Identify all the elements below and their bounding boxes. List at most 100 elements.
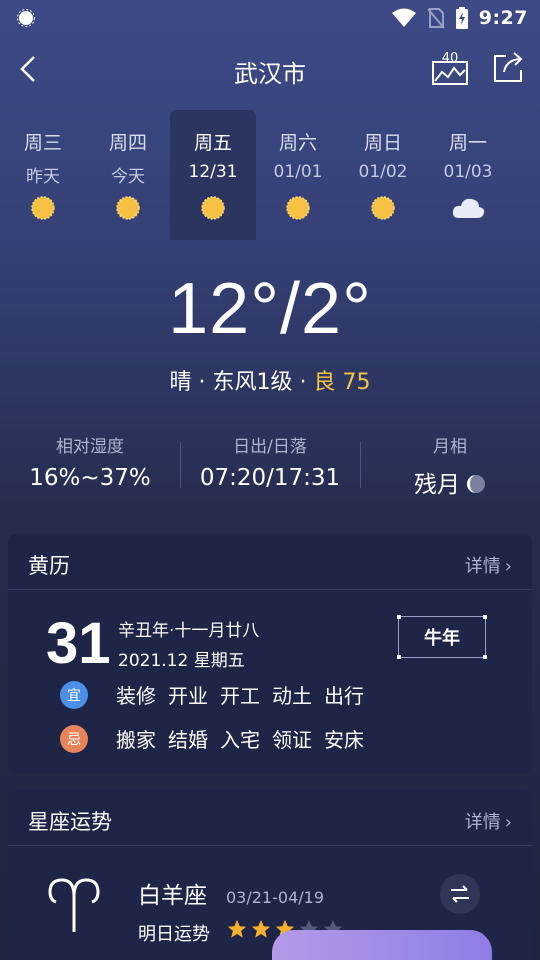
day-name: 周三 <box>23 132 62 154</box>
forecast-days-strip[interactable]: 周三昨天周四今天周五12/31周六01/01周日01/02周一01/03周0 <box>0 110 540 240</box>
day-tab[interactable]: 周四 今天 <box>85 110 171 240</box>
cloud-icon <box>451 194 485 222</box>
avoid-badge: 忌 <box>60 724 88 753</box>
suitable-item: 出行 <box>324 684 364 708</box>
humidity-value: 16%~37% <box>29 465 151 491</box>
day-tab[interactable]: 周一 01/03 <box>425 110 511 240</box>
day-date: 12/31 <box>188 162 238 182</box>
switch-sign-button[interactable] <box>440 874 480 914</box>
humidity-stat: 相对湿度 16%~37% <box>22 432 158 491</box>
weather-condition: 晴 <box>169 370 192 395</box>
day-date: 01/03 <box>443 162 493 182</box>
divider <box>180 442 181 488</box>
day-date: 今天 <box>111 167 145 187</box>
suitable-row: 宜 装修 开业 开工 动土 出行 <box>60 680 376 709</box>
notification-dot-icon <box>17 9 35 27</box>
details-label: 详情 <box>464 556 501 577</box>
day-name: 周六 <box>278 132 317 154</box>
aries-icon <box>48 878 100 932</box>
sun-icon <box>29 194 57 222</box>
moon-phase-label: 月相 <box>433 437 467 457</box>
star-filled-icon <box>250 918 272 944</box>
avoid-item: 搬家 <box>116 728 156 752</box>
gregorian-date: 2021.12 星期五 <box>118 651 245 671</box>
suitable-items: 装修 开业 开工 动土 出行 <box>116 680 376 709</box>
sunrise-sunset-label: 日出/日落 <box>233 437 307 457</box>
aqi-trend-button[interactable]: 40 <box>432 50 468 86</box>
chevron-right-icon: › <box>504 556 512 577</box>
air-quality-badge[interactable]: 良 75 <box>314 370 371 395</box>
no-sim-icon <box>426 8 445 29</box>
avoid-item: 领证 <box>272 728 312 752</box>
day-date: 01/01 <box>273 162 323 182</box>
day-tab[interactable]: 周三 昨天 <box>0 110 86 240</box>
day-name: 周五 <box>193 132 232 154</box>
swap-arrows-icon <box>451 885 469 903</box>
wind-info: 东风1级 <box>212 370 293 395</box>
horoscope-details-link[interactable]: 详情 › <box>465 808 512 834</box>
sun-icon <box>369 194 397 222</box>
zodiac-year-label: 牛年 <box>424 628 460 649</box>
zodiac-sign-name: 白羊座 <box>138 883 207 909</box>
day-date: 01/02 <box>358 162 408 182</box>
header: 武汉市 40 <box>0 38 540 100</box>
suitable-item: 开业 <box>168 684 208 708</box>
suitable-badge: 宜 <box>60 680 88 709</box>
suitable-item: 开工 <box>220 684 260 708</box>
avoid-items: 搬家 结婚 入宅 领证 安床 <box>116 724 376 753</box>
avoid-item: 结婚 <box>168 728 208 752</box>
lunar-date: 辛丑年·十一月廿八 <box>118 621 260 641</box>
divider <box>360 442 361 488</box>
day-date: 昨天 <box>26 167 60 187</box>
corner-mark <box>397 615 401 619</box>
aqi-chart-icon: 40 <box>432 51 468 85</box>
day-tab[interactable]: 周0 <box>510 110 540 240</box>
moon-phase-stat: 月相 残月 <box>390 432 510 499</box>
separator: · <box>198 370 206 395</box>
sun-icon <box>199 194 227 222</box>
avoid-item: 安床 <box>324 728 364 752</box>
day-tab[interactable]: 周六 01/01 <box>255 110 341 240</box>
zodiac-year-tag: 牛年 <box>397 615 487 659</box>
sunrise-sunset-stat: 日出/日落 07:20/17:31 <box>190 432 350 491</box>
avoid-item: 入宅 <box>220 728 260 752</box>
almanac-card[interactable]: 黄历 详情 › 31 辛丑年·十一月廿八 2021.12 星期五 牛年 宜 装修开… <box>8 534 532 774</box>
corner-mark <box>483 615 487 619</box>
wifi-icon <box>391 8 416 27</box>
share-icon[interactable] <box>492 50 526 84</box>
moon-phase-value-wrap: 残月 <box>390 465 510 499</box>
temperature-range: 12°/2° <box>168 269 372 349</box>
suitable-item: 装修 <box>116 684 156 708</box>
fortune-label: 明日运势 <box>138 924 210 945</box>
horoscope-card-header: 星座运势 详情 › <box>8 790 532 846</box>
details-label: 详情 <box>464 812 501 833</box>
chevron-right-icon: › <box>504 812 512 833</box>
status-bar: 9:27 <box>0 0 540 36</box>
day-name: 周 <box>510 128 540 155</box>
corner-mark <box>397 655 401 659</box>
sunrise-sunset-value: 07:20/17:31 <box>199 465 341 491</box>
almanac-details-link[interactable]: 详情 › <box>465 552 512 578</box>
horoscope-title: 星座运势 <box>28 810 112 834</box>
almanac-day-number: 31 <box>46 611 111 676</box>
zodiac-date-range: 03/21-04/19 <box>226 888 324 907</box>
waning-moon-icon <box>467 475 485 493</box>
almanac-title: 黄历 <box>28 554 70 578</box>
separator: · <box>299 370 307 395</box>
moon-phase-value: 残月 <box>414 472 460 498</box>
humidity-label: 相对湿度 <box>56 437 124 457</box>
corner-mark <box>483 655 487 659</box>
clock: 9:27 <box>478 7 528 29</box>
day-date: 0 <box>510 162 540 182</box>
day-tab[interactable]: 周日 01/02 <box>340 110 426 240</box>
star-filled-icon <box>226 918 248 944</box>
day-name: 周一 <box>448 132 487 154</box>
suitable-item: 动土 <box>272 684 312 708</box>
sun-icon <box>114 194 142 222</box>
weather-stats: 相对湿度 16%~37% 日出/日落 07:20/17:31 月相 残月 <box>0 432 540 502</box>
avoid-row: 忌 搬家 结婚 入宅 领证 安床 <box>60 724 376 753</box>
floating-chat-bubble[interactable] <box>272 930 492 960</box>
day-tab[interactable]: 周五 12/31 <box>170 110 256 240</box>
aqi-value: 40 <box>442 51 459 66</box>
day-name: 周日 <box>363 132 402 154</box>
